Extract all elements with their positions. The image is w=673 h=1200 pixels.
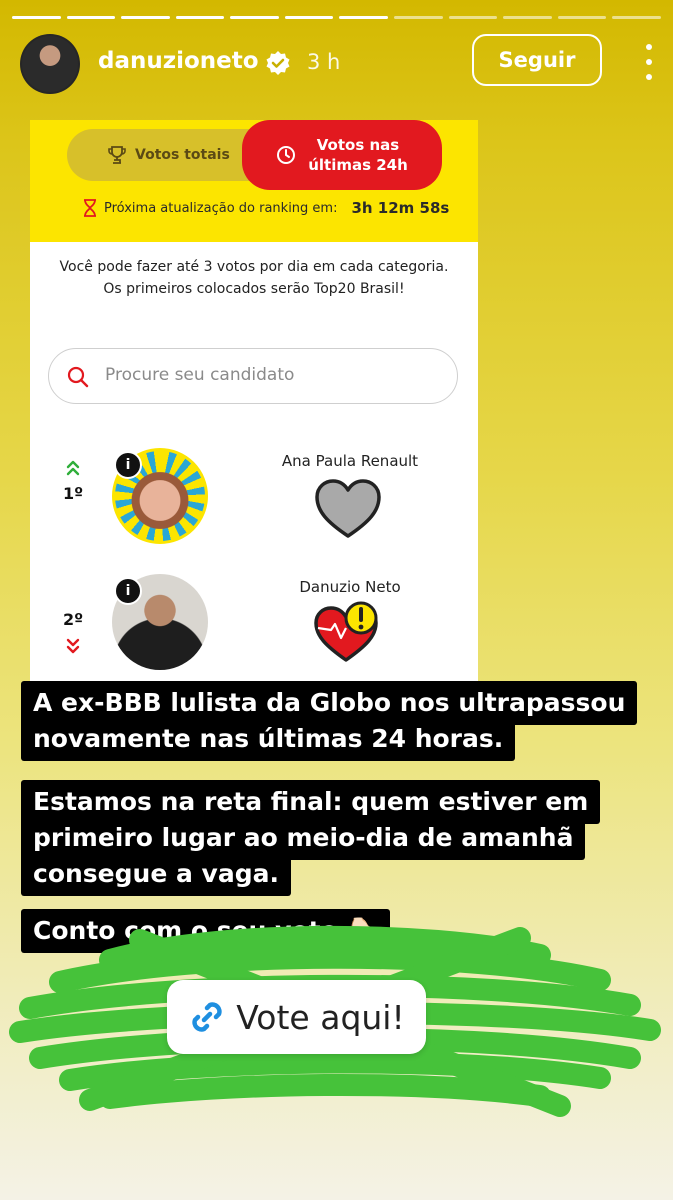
voting-info-text: Você pode fazer até 3 votos por dia em c… xyxy=(59,259,449,297)
progress-segment xyxy=(230,16,279,19)
candidate-rank: 2º xyxy=(63,610,84,629)
progress-segment xyxy=(394,16,443,19)
candidate-name: Ana Paula Renault xyxy=(281,452,419,470)
progress-segment xyxy=(612,16,661,19)
info-icon[interactable]: i xyxy=(114,577,142,605)
tab-24h-label-line2: últimas 24h xyxy=(308,156,408,174)
trophy-icon xyxy=(108,146,126,164)
progress-segment xyxy=(284,16,334,19)
ranking-card: Votos totais Votos nas últimas 24h Próxi… xyxy=(30,120,478,698)
more-options-icon[interactable] xyxy=(637,44,661,80)
search-placeholder: Procure seu candidato xyxy=(105,365,295,385)
ranking-header: Votos totais Votos nas últimas 24h Próxi… xyxy=(30,120,478,242)
story-progress-bar xyxy=(12,16,661,19)
vote-link-sticker[interactable]: Vote aqui! xyxy=(167,980,426,1054)
tab-last-24h[interactable]: Votos nas últimas 24h xyxy=(242,120,442,190)
tab-total-label: Votos totais xyxy=(135,147,230,163)
rank-down-icon xyxy=(66,638,80,654)
story-header: danuzioneto 3 h Seguir xyxy=(20,34,653,94)
progress-segment xyxy=(339,16,389,19)
ranking-tabs: Votos totais Votos nas últimas 24h xyxy=(67,120,442,190)
link-sticker-label: Vote aqui! xyxy=(236,997,405,1037)
post-time: 3 h xyxy=(307,50,341,74)
heart-vote-icon[interactable] xyxy=(313,478,383,540)
verified-badge-icon xyxy=(266,51,290,75)
avatar[interactable] xyxy=(20,34,80,94)
clock-icon xyxy=(277,146,296,164)
candidate-name: Danuzio Neto xyxy=(299,578,401,596)
follow-button[interactable]: Seguir xyxy=(472,34,602,86)
progress-segment xyxy=(66,16,116,19)
progress-segment xyxy=(503,16,552,19)
ranking-update-timer: Próxima atualização do ranking em: 3h 12… xyxy=(82,199,449,217)
update-label: Próxima atualização do ranking em: xyxy=(104,200,338,216)
candidate-row: 2º i Danuzio Neto xyxy=(30,574,478,684)
caption-line: consegue a vaga. xyxy=(21,852,291,896)
hourglass-icon xyxy=(84,199,96,217)
link-icon xyxy=(192,1002,222,1032)
update-countdown: 3h 12m 58s xyxy=(351,199,450,217)
tab-24h-label-line1: Votos nas xyxy=(316,136,400,154)
candidate-search-input[interactable]: Procure seu candidato xyxy=(48,348,458,404)
search-icon xyxy=(67,366,89,388)
tab-total-votes[interactable]: Votos totais xyxy=(107,145,230,165)
candidate-row: 1º i Ana Paula Renault xyxy=(30,448,478,558)
progress-segment xyxy=(175,16,225,19)
progress-segment xyxy=(557,16,607,19)
progress-segment xyxy=(121,16,170,19)
candidate-rank: 1º xyxy=(63,484,84,503)
progress-segment xyxy=(448,16,498,19)
progress-segment xyxy=(12,16,61,19)
heart-alert-icon[interactable] xyxy=(313,600,383,664)
rank-up-icon xyxy=(66,460,80,476)
info-icon[interactable]: i xyxy=(114,451,142,479)
username[interactable]: danuzioneto xyxy=(98,48,259,74)
caption-line: novamente nas últimas 24 horas. xyxy=(21,717,516,761)
